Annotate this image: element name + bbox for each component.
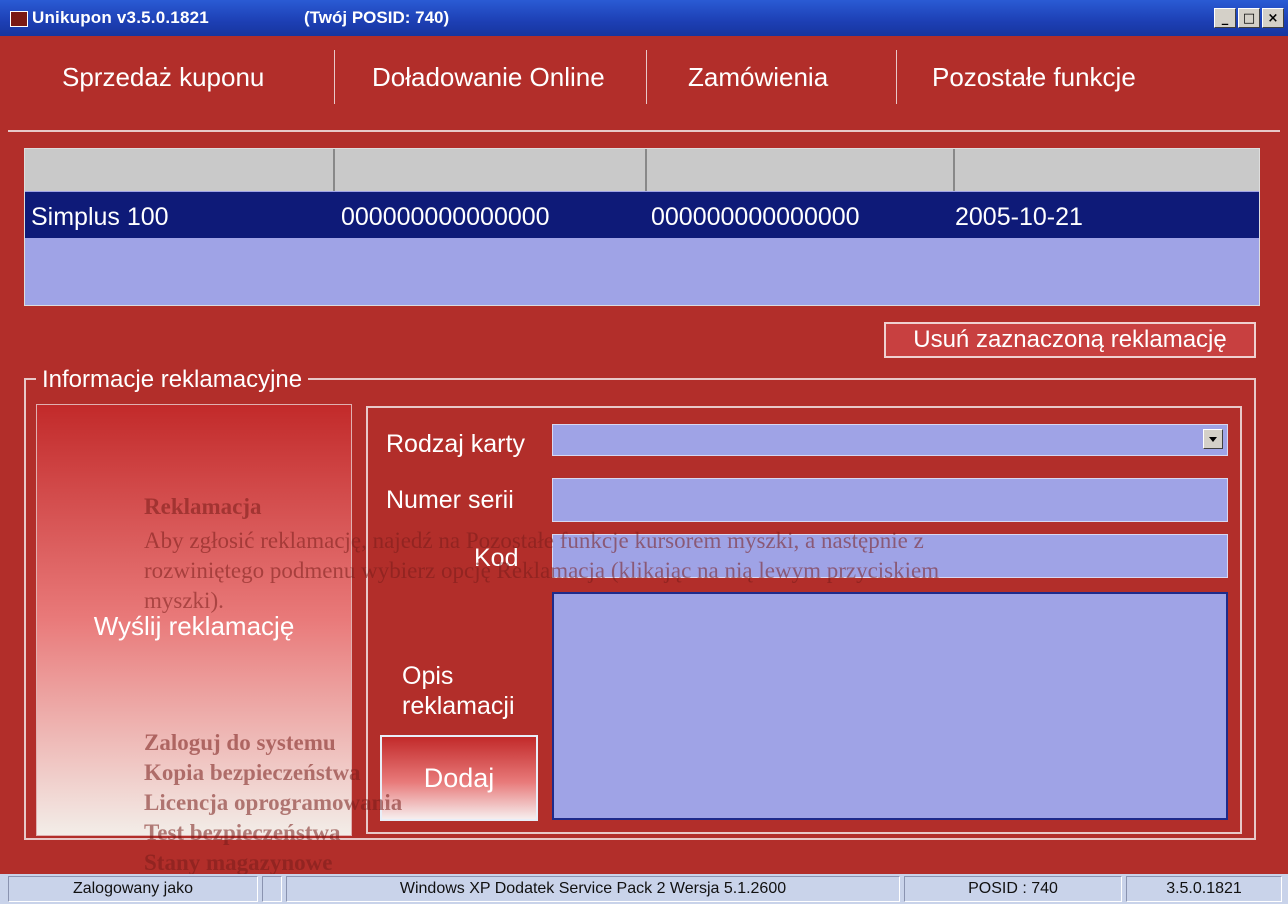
status-posid: POSID : 740 [904,876,1122,902]
status-bar: Zalogowany jako Windows XP Dodatek Servi… [0,874,1288,904]
ghost-text: rozwiniętego podmenu wybierz opcję Rekla… [144,558,940,583]
card-type-select[interactable] [552,424,1228,456]
status-os-version: Windows XP Dodatek Service Pack 2 Wersja… [286,876,900,902]
window-title: Unikupon v3.5.0.1821 [32,8,209,27]
ghost-text: Reklamacja [144,494,262,519]
description-textarea[interactable] [552,592,1228,820]
table-cell: 2005-10-21 [955,203,1083,231]
title-bar: Unikupon v3.5.0.1821 (Twój POSID: 740) _… [0,0,1288,36]
window-posid: (Twój POSID: 740) [304,8,450,27]
table-cell: Simplus 100 [31,203,169,231]
table-cell: 000000000000000 [651,203,860,231]
serial-number-input[interactable] [552,478,1228,522]
complaints-table: Simplus 100 000000000000000 000000000000… [24,148,1260,306]
ghost-text: myszki). [144,588,224,613]
ghost-text: Zaloguj do systemu [144,730,336,755]
card-type-label: Rodzaj karty [386,430,525,458]
main-menu: Sprzedaż kuponu Doładowanie Online Zamów… [8,44,1280,132]
description-label-line1: Opis [402,662,454,690]
serial-number-label: Numer serii [386,486,514,514]
column-header[interactable] [955,149,1259,191]
menu-orders[interactable]: Zamówienia [688,62,828,93]
maximize-button[interactable]: □ [1238,8,1260,28]
ghost-text: Licencja oprogramowania [144,790,403,815]
column-header[interactable] [335,149,647,191]
menu-coupon-sale[interactable]: Sprzedaż kuponu [62,62,264,93]
send-complaint-label: Wyślij reklamację [93,611,295,641]
ghost-text: Kopia bezpieczeństwa [144,760,361,785]
menu-online-topup[interactable]: Doładowanie Online [372,62,605,93]
ghost-text: Stany magazynowe [144,850,333,875]
status-app-version: 3.5.0.1821 [1126,876,1282,902]
chevron-down-icon[interactable] [1203,429,1223,449]
minimize-button[interactable]: _ [1214,8,1236,28]
description-label-line2: reklamacji [402,692,515,720]
remove-selected-complaint-button[interactable]: Usuń zaznaczoną reklamację [884,322,1256,358]
app-icon [10,11,28,27]
column-header[interactable] [25,149,335,191]
menu-separator [896,50,897,104]
ghost-text: Aby zgłosić reklamację, najedź na Pozost… [144,528,924,553]
menu-separator [334,50,335,104]
column-header[interactable] [647,149,955,191]
menu-other-functions[interactable]: Pozostałe funkcje [932,62,1136,93]
status-logged-as: Zalogowany jako [8,876,258,902]
menu-separator [646,50,647,104]
ghost-text: Test bezpieczeństwa [144,820,341,845]
table-cell: 000000000000000 [341,203,550,231]
status-user [262,876,282,902]
groupbox-legend: Informacje reklamacyjne [36,366,309,394]
close-button[interactable]: × [1262,8,1284,28]
add-button[interactable]: Dodaj [380,735,538,821]
